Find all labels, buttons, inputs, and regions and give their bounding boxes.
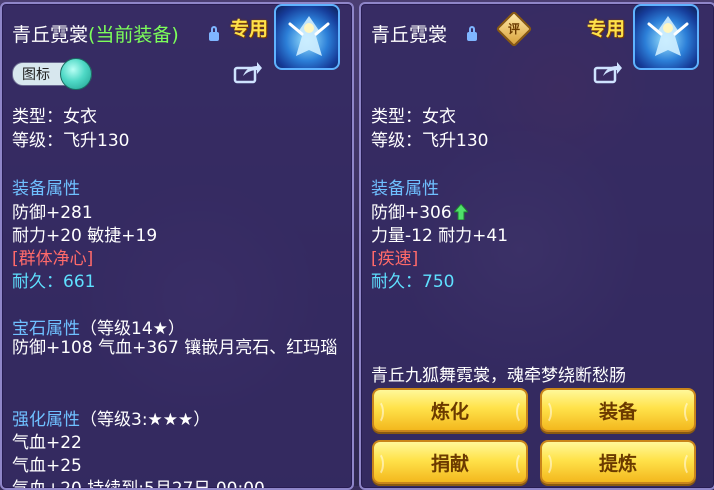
donate-button[interactable]: 捐献 xyxy=(372,440,528,484)
item-type: 类型：女衣 xyxy=(371,107,456,127)
extract-button[interactable]: 提炼 xyxy=(540,440,696,484)
share-icon[interactable] xyxy=(593,60,623,84)
item-title: 青丘霓裳 xyxy=(371,24,448,46)
item-title: 青丘霓裳(当前装备) xyxy=(12,20,179,47)
equipped-item-panel: 青丘霓裳(当前装备) 专用 图标 类型：女衣 等级：飞升130 装备属性 防御+… xyxy=(0,2,354,490)
gem-line: 防御+108 气血+367 镶嵌月亮石、红玛瑙 xyxy=(12,338,338,358)
attr-header: 装备属性 xyxy=(12,179,80,199)
gem-header-label: 宝石属性 xyxy=(12,319,80,339)
enhance-header-label: 强化属性 xyxy=(12,410,80,430)
toggle-knob[interactable] xyxy=(60,58,92,90)
refine-button[interactable]: 炼化 xyxy=(372,388,528,432)
attr-line: 耐力+20 敏捷+19 xyxy=(12,226,158,246)
item-description: 青丘九狐舞霓裳，魂牵梦绕断愁肠 xyxy=(371,366,626,386)
lock-icon xyxy=(209,26,219,41)
gem-header: 宝石属性（等级14★） xyxy=(12,314,185,339)
enhance-header: 强化属性（等级3:★★★） xyxy=(12,405,210,430)
attr-header: 装备属性 xyxy=(371,179,439,199)
evaluate-icon[interactable]: 评 xyxy=(495,10,533,48)
item-icon[interactable] xyxy=(633,4,699,70)
enhance-line: 气血+22 xyxy=(12,433,82,453)
exclusive-label: 专用 xyxy=(230,18,269,40)
enhance-line: 气血+25 xyxy=(12,456,82,476)
item-level: 等级：飞升130 xyxy=(12,131,130,151)
equip-button[interactable]: 装备 xyxy=(540,388,696,432)
defense-value: 防御+306 xyxy=(371,203,452,223)
item-icon[interactable] xyxy=(274,4,340,70)
enhance-line: 气血+20 持续到:5月27日 00:00 xyxy=(12,479,265,490)
item-level: 等级：飞升130 xyxy=(371,131,489,151)
durability-value: 661 xyxy=(63,272,96,292)
enhance-level: （等级3:★★★） xyxy=(80,410,211,430)
gem-level: （等级14★） xyxy=(80,319,185,339)
special-effect: [群体净心] xyxy=(12,249,94,269)
equipped-tag: (当前装备) xyxy=(88,24,179,46)
durability: 耐久：661 xyxy=(12,267,95,292)
compare-item-panel: 青丘霓裳 评 专用 类型：女衣 等级：飞升130 装备属性 防御+306 力量-… xyxy=(359,2,714,490)
lock-icon xyxy=(467,26,477,41)
durability: 耐久：750 xyxy=(371,267,454,292)
durability-value: 750 xyxy=(422,272,455,292)
share-icon[interactable] xyxy=(233,60,263,84)
item-type: 类型：女衣 xyxy=(12,107,97,127)
durability-label: 耐久： xyxy=(12,272,63,292)
attr-line: 力量-12 耐力+41 xyxy=(371,226,509,246)
icon-toggle[interactable]: 图标 xyxy=(12,58,94,90)
attr-line: 防御+306 xyxy=(371,198,468,223)
special-effect: [疾速] xyxy=(371,249,419,269)
durability-label: 耐久： xyxy=(371,272,422,292)
attr-line: 防御+281 xyxy=(12,203,93,223)
upgrade-arrow-icon xyxy=(453,204,468,220)
item-name: 青丘霓裳 xyxy=(12,24,89,46)
toggle-label: 图标 xyxy=(22,67,50,83)
exclusive-label: 专用 xyxy=(587,18,626,40)
